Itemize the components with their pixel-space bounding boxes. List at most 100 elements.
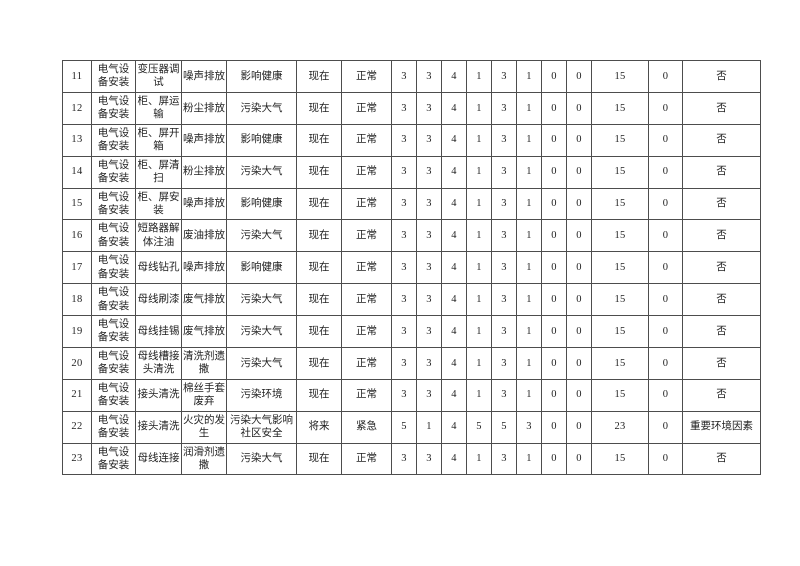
- score-cell-8: 0: [566, 187, 592, 221]
- score-cell-1: 3: [391, 378, 417, 412]
- row-number: 21: [62, 378, 92, 412]
- state-cell: 正常: [341, 283, 392, 316]
- state-cell: 正常: [341, 442, 392, 476]
- impact-cell: 污染大气: [226, 442, 297, 476]
- score-cell-7: 0: [541, 442, 567, 476]
- table-row: 15 电气设备安装 柜、屏安装 噪声排放 影响健康 现在 正常 3 3 4 1 3 1 0 0 15 0 否: [62, 187, 761, 221]
- tense-cell: 现在: [296, 378, 342, 412]
- score-cell-4: 1: [466, 378, 492, 412]
- state-cell: 正常: [341, 251, 392, 285]
- score-cell-1: 3: [391, 91, 417, 125]
- state-cell: 正常: [341, 123, 392, 157]
- score-cell-4: 1: [466, 283, 492, 316]
- total-cell: 15: [591, 315, 649, 348]
- tense-cell: 现在: [296, 155, 342, 189]
- table-row: 18 电气设备安装 母线刷漆 废气排放 污染大气 现在 正常 3 3 4 1 3 1 0 0 15 0 否: [62, 283, 761, 316]
- evaluation-result-cell: 否: [682, 346, 761, 380]
- score-cell-4: 1: [466, 187, 492, 221]
- score-cell-7: 0: [541, 219, 567, 253]
- row-number: 23: [62, 442, 92, 476]
- task-cell: 变压器调试: [135, 60, 182, 93]
- score-cell-4: 5: [466, 410, 492, 444]
- activity-cell: 电气设备安装: [91, 346, 136, 380]
- task-cell: 短路器解体注油: [135, 219, 182, 253]
- evaluation-result-cell: 否: [682, 219, 761, 253]
- score-cell-7: 0: [541, 251, 567, 285]
- total-cell: 15: [591, 155, 649, 189]
- total-cell: 15: [591, 283, 649, 316]
- extra-score-cell: 0: [648, 283, 683, 316]
- score-cell-1: 5: [391, 410, 417, 444]
- extra-score-cell: 0: [648, 315, 683, 348]
- score-cell-2: 3: [416, 315, 442, 348]
- score-cell-4: 1: [466, 155, 492, 189]
- score-cell-5: 5: [491, 410, 517, 444]
- tense-cell: 将来: [296, 410, 342, 444]
- tense-cell: 现在: [296, 442, 342, 476]
- score-cell-2: 1: [416, 410, 442, 444]
- evaluation-result-cell: 否: [682, 251, 761, 285]
- score-cell-2: 3: [416, 378, 442, 412]
- impact-cell: 污染环境: [226, 378, 297, 412]
- extra-score-cell: 0: [648, 346, 683, 380]
- extra-score-cell: 0: [648, 378, 683, 412]
- score-cell-6: 1: [516, 251, 542, 285]
- evaluation-result-cell: 否: [682, 283, 761, 316]
- score-cell-1: 3: [391, 187, 417, 221]
- document-page: 11 电气设备安装 变压器调试 噪声排放 影响健康 现在 正常 3 3 4 1 3 1 0 0 15 0 否 12 电…: [0, 0, 800, 566]
- state-cell: 正常: [341, 315, 392, 348]
- table-row: 20 电气设备安装 母线槽接头清洗 清洗剂遗撒 污染大气 现在 正常 3 3 4 1 3 1 0 0 15 0 否: [62, 346, 761, 380]
- task-cell: 母线挂锡: [135, 315, 182, 348]
- score-cell-7: 0: [541, 283, 567, 316]
- aspect-cell: 粉尘排放: [181, 155, 227, 189]
- total-cell: 15: [591, 219, 649, 253]
- impact-cell: 污染大气: [226, 91, 297, 125]
- score-cell-7: 0: [541, 91, 567, 125]
- task-cell: 柜、屏开箱: [135, 123, 182, 157]
- evaluation-result-cell: 否: [682, 315, 761, 348]
- score-cell-1: 3: [391, 123, 417, 157]
- task-cell: 母线钻孔: [135, 251, 182, 285]
- table-row: 13 电气设备安装 柜、屏开箱 噪声排放 影响健康 现在 正常 3 3 4 1 3 1 0 0 15 0 否: [62, 123, 761, 157]
- score-cell-2: 3: [416, 251, 442, 285]
- state-cell: 正常: [341, 378, 392, 412]
- extra-score-cell: 0: [648, 91, 683, 125]
- score-cell-1: 3: [391, 219, 417, 253]
- total-cell: 15: [591, 251, 649, 285]
- score-cell-6: 1: [516, 283, 542, 316]
- score-cell-4: 1: [466, 442, 492, 476]
- score-cell-6: 1: [516, 346, 542, 380]
- total-cell: 15: [591, 123, 649, 157]
- score-cell-3: 4: [441, 251, 467, 285]
- score-cell-6: 1: [516, 187, 542, 221]
- table-row: 16 电气设备安装 短路器解体注油 废油排放 污染大气 现在 正常 3 3 4 1 3 1 0 0 15 0 否: [62, 219, 761, 253]
- score-cell-5: 3: [491, 219, 517, 253]
- score-cell-2: 3: [416, 91, 442, 125]
- evaluation-result-cell: 重要环境因素: [682, 410, 761, 444]
- score-cell-4: 1: [466, 91, 492, 125]
- aspect-cell: 废油排放: [181, 219, 227, 253]
- score-cell-8: 0: [566, 155, 592, 189]
- score-cell-4: 1: [466, 123, 492, 157]
- score-cell-2: 3: [416, 346, 442, 380]
- task-cell: 柜、屏安装: [135, 187, 182, 221]
- extra-score-cell: 0: [648, 251, 683, 285]
- table-row: 22 电气设备安装 接头清洗 火灾的发生 污染大气影响社区安全 将来 紧急 5 1 4 5 5 3 0 0 2…: [62, 410, 761, 444]
- score-cell-2: 3: [416, 123, 442, 157]
- evaluation-result-cell: 否: [682, 60, 761, 93]
- row-number: 18: [62, 283, 92, 316]
- evaluation-result-cell: 否: [682, 123, 761, 157]
- aspect-cell: 废气排放: [181, 283, 227, 316]
- total-cell: 15: [591, 91, 649, 125]
- aspect-cell: 噪声排放: [181, 60, 227, 93]
- total-cell: 15: [591, 60, 649, 93]
- score-cell-3: 4: [441, 187, 467, 221]
- task-cell: 母线连接: [135, 442, 182, 476]
- activity-cell: 电气设备安装: [91, 91, 136, 125]
- state-cell: 正常: [341, 60, 392, 93]
- score-cell-7: 0: [541, 346, 567, 380]
- row-number: 16: [62, 219, 92, 253]
- table-row: 17 电气设备安装 母线钻孔 噪声排放 影响健康 现在 正常 3 3 4 1 3 1 0 0 15 0 否: [62, 251, 761, 285]
- row-number: 19: [62, 315, 92, 348]
- score-cell-1: 3: [391, 283, 417, 316]
